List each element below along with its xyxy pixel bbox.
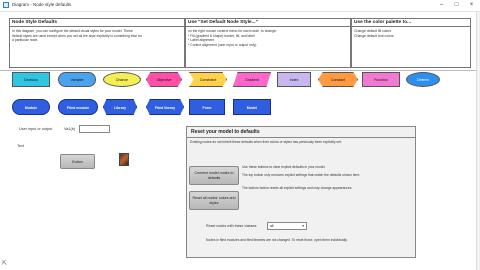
classes-select-value: all [270, 224, 274, 228]
reset-intro: Existing nodes do not inherit these defa… [190, 140, 342, 144]
image-icon [119, 153, 129, 166]
node-filed-module[interactable]: Filed module [58, 99, 98, 115]
node-form[interactable]: Form [189, 99, 225, 115]
box-text: * Control alignment (user input or outpu… [188, 42, 257, 47]
node-style-defaults-box: Node Style Defaults In this diagram, you… [9, 18, 185, 68]
node-chance[interactable]: Chance [103, 72, 141, 87]
box-text: Change default font colors [354, 33, 394, 38]
divider [187, 137, 415, 138]
node-objective[interactable]: Objective [146, 72, 182, 87]
color-palette-box: Use the color palette to... Change defau… [351, 18, 471, 68]
reset-all-button[interactable]: Reset all nodes' colors and styles [189, 191, 239, 210]
box-text: a particular node. [12, 38, 39, 43]
box-title: Use "Set Default Node Style..." [186, 19, 350, 27]
diagram-canvas: Node Style Defaults In this diagram, you… [0, 12, 480, 270]
node-filed-library[interactable]: Filed library [146, 99, 184, 115]
close-icon[interactable]: × [464, 0, 479, 11]
variable-label: Va1(b) [64, 127, 76, 131]
user-input-label: User input or output [19, 127, 53, 131]
title-bar: Diagram - Node style defaults – □ × [0, 0, 480, 12]
node-constraint[interactable]: Constraint [189, 72, 227, 87]
vertical-scrollbar[interactable] [476, 12, 480, 270]
window-title: Diagram - Node style defaults [12, 2, 72, 7]
reset-desc-2: The top button only removes explicit set… [242, 173, 361, 177]
set-default-style-box: Use "Set Default Node Style..." on the r… [185, 18, 351, 68]
node-variable[interactable]: Variable [58, 72, 96, 87]
maximize-icon[interactable]: □ [449, 0, 464, 11]
node-constant[interactable]: Constant [318, 72, 358, 87]
resize-handle-icon[interactable]: ⇱ [2, 260, 7, 267]
node-determ[interactable]: Determ [406, 72, 440, 87]
text-label: Text [17, 144, 24, 148]
reset-desc-1: Use these buttons to clear explicit defa… [242, 165, 326, 169]
box-title: Node Style Defaults [10, 19, 184, 27]
reset-panel: Reset your model to defaults Existing no… [186, 126, 416, 258]
app-icon [3, 2, 9, 8]
reset-footer: Nodes in filed modules and filed librari… [206, 238, 348, 242]
user-input-field[interactable] [79, 125, 110, 133]
classes-label: Reset nodes with these classes: [206, 224, 258, 228]
box-title: Use the color palette to... [352, 19, 470, 27]
reset-desc-3: The bottom button resets all explicit se… [242, 186, 353, 190]
node-model[interactable]: Model [233, 99, 271, 115]
node-function[interactable]: Function [362, 72, 400, 87]
node-library[interactable]: Library [103, 99, 137, 115]
node-index[interactable]: Index [277, 72, 311, 87]
sample-button[interactable]: Button [60, 154, 95, 169]
minimize-icon[interactable]: – [434, 0, 449, 11]
node-module[interactable]: Module [12, 99, 50, 115]
divider [0, 70, 480, 71]
chevron-down-icon: ▾ [302, 224, 304, 228]
reset-title: Reset your model to defaults [191, 129, 260, 135]
node-gradient[interactable]: Gradient [233, 72, 271, 87]
connect-defaults-button[interactable]: Connect model nodes to defaults [189, 166, 239, 185]
classes-select[interactable]: all ▾ [267, 222, 307, 230]
node-decision[interactable]: Decision [12, 72, 50, 87]
